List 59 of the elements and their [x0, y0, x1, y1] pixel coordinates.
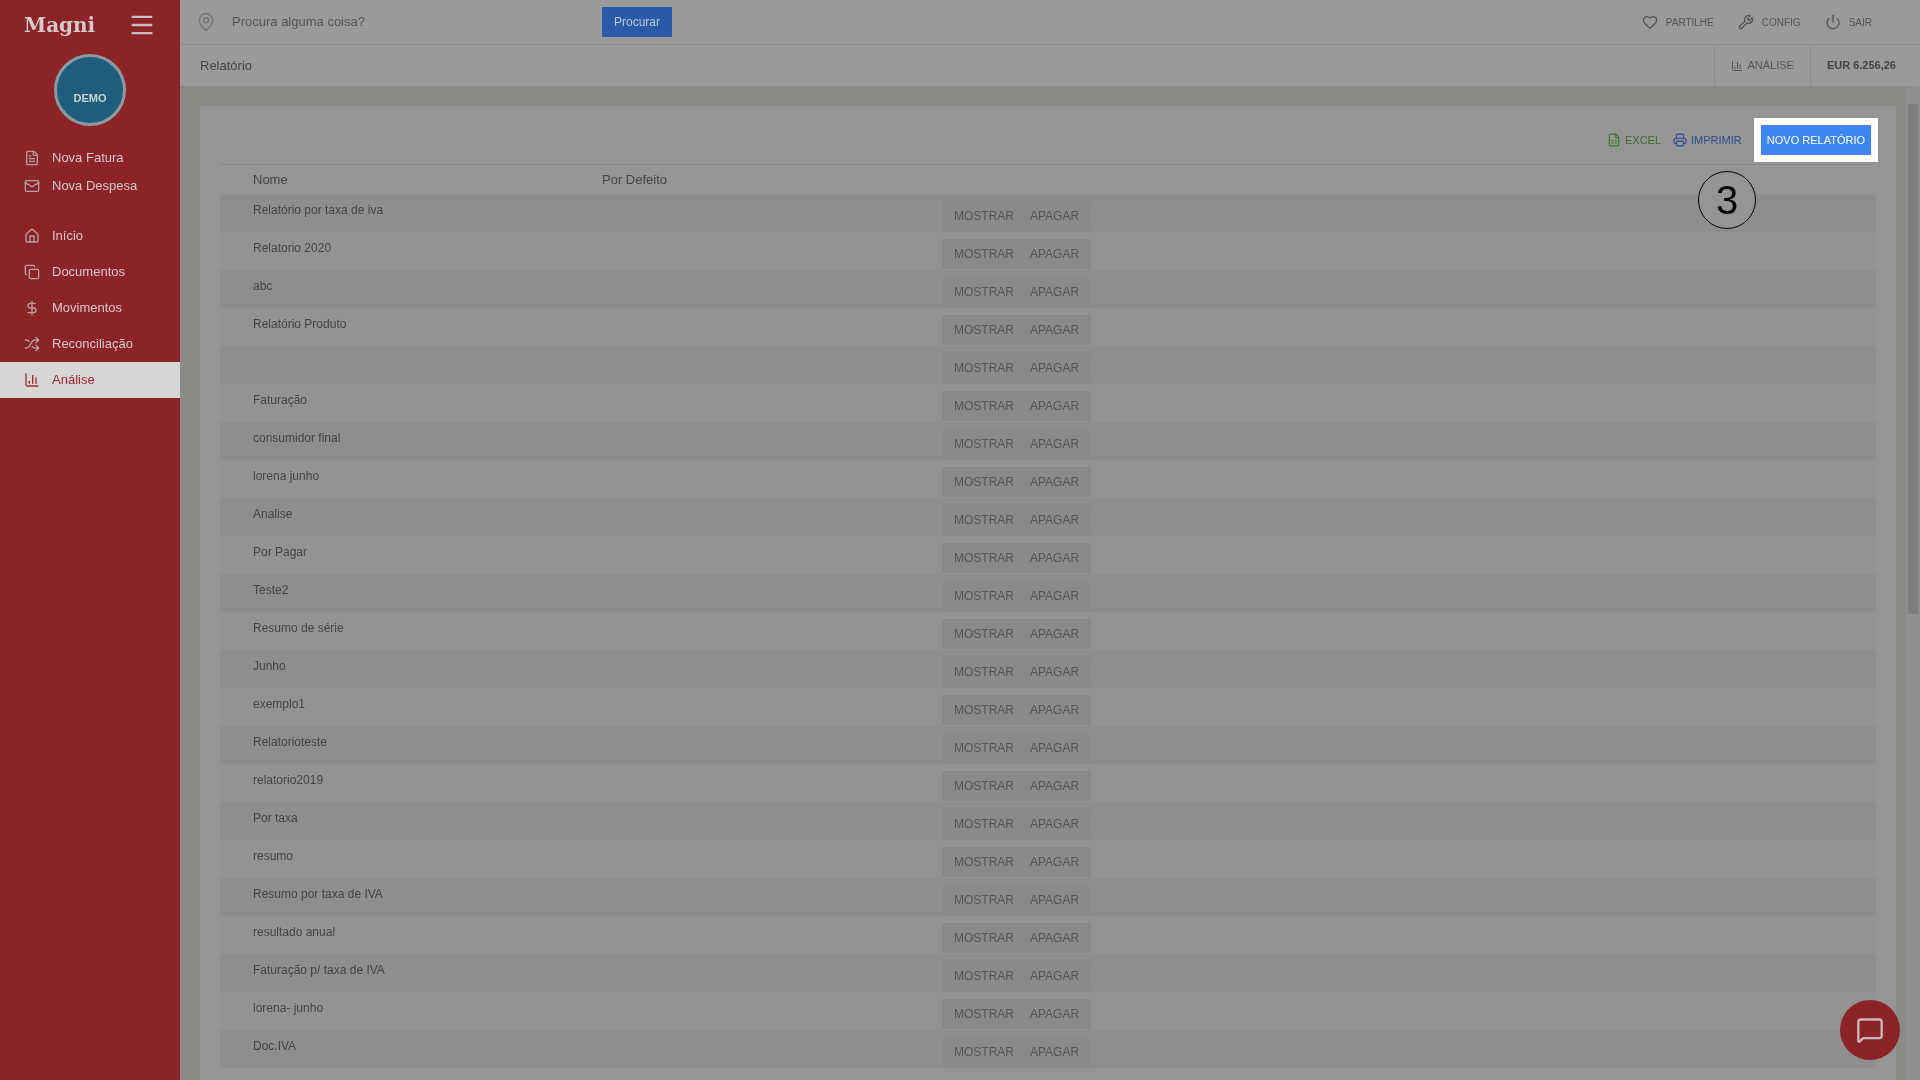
- shuffle-icon: [24, 336, 40, 352]
- new-report-button[interactable]: NOVO RELATÓRIO: [1760, 125, 1871, 155]
- nav-item[interactable]: Movimentos: [0, 290, 180, 326]
- report-name: Relatorio 2020: [253, 241, 332, 255]
- power-icon: [1824, 14, 1841, 30]
- column-header: Por Defeito: [602, 170, 668, 189]
- page-title: Relatório: [199, 56, 254, 75]
- report-name: Junho: [253, 659, 286, 673]
- report-name: resultado anual: [253, 925, 336, 939]
- excel-link[interactable]: EXCEL: [1607, 131, 1662, 149]
- report-name: Faturação: [253, 393, 308, 407]
- bar-chart-icon: [24, 372, 40, 388]
- search-field[interactable]: Procura alguma coisa?: [232, 12, 602, 32]
- tools-icon: [1737, 14, 1754, 30]
- report-name: Teste2: [253, 583, 289, 597]
- report-name: lorena junho: [253, 469, 320, 483]
- report-name: Faturação p/ taxa de IVA: [253, 963, 385, 977]
- report-name: Relatorioteste: [253, 735, 328, 749]
- report-name: Doc.IVA: [253, 1039, 297, 1053]
- report-name: Relatório Produto: [253, 317, 347, 331]
- heart-icon: [1641, 14, 1658, 30]
- dollar-icon: [24, 300, 40, 316]
- report-name: Relatório por taxa de iva: [253, 203, 384, 217]
- search-button[interactable]: Procurar: [602, 7, 672, 37]
- chat-icon: [1856, 1016, 1884, 1044]
- quick-action-link[interactable]: Nova Despesa: [0, 174, 180, 198]
- report-name: lorena- junho: [253, 1001, 324, 1015]
- report-name: Resumo de série: [253, 621, 344, 635]
- tour-step-badge: 3: [1698, 171, 1756, 229]
- spreadsheet-icon: [1607, 133, 1621, 147]
- header-link[interactable]: PARTILHE: [1641, 14, 1714, 30]
- quick-action-link[interactable]: Nova Fatura: [0, 146, 180, 170]
- nav-item[interactable]: Análise: [0, 362, 180, 398]
- report-name: Analise: [253, 507, 293, 521]
- print-link[interactable]: IMPRIMIR: [1673, 131, 1742, 149]
- column-header: Nome: [252, 170, 289, 189]
- report-name: Resumo por taxa de IVA: [253, 887, 383, 901]
- bar-chart-icon: [1731, 59, 1744, 72]
- app-logo: Magni: [24, 12, 96, 39]
- header-link[interactable]: CONFIG: [1737, 14, 1801, 30]
- printer-icon: [1673, 133, 1688, 147]
- report-name: Por taxa: [253, 811, 298, 825]
- nav-item[interactable]: Início: [0, 218, 180, 254]
- nav-item[interactable]: Documentos: [0, 254, 180, 290]
- document-icon: [24, 150, 40, 166]
- analysis-link[interactable]: ANÁLISE: [1714, 45, 1810, 86]
- report-name: abc: [253, 279, 273, 293]
- avatar-label: DEMO: [73, 90, 107, 106]
- report-name: exemplo1: [253, 697, 306, 711]
- nav-item[interactable]: Reconciliação: [0, 326, 180, 362]
- report-name: resumo: [253, 849, 293, 863]
- report-name: relatorio2019: [253, 773, 324, 787]
- pin-icon: [196, 12, 216, 32]
- documents-icon: [24, 264, 40, 280]
- header-link[interactable]: SAIR: [1824, 14, 1872, 30]
- envelope-icon: [24, 178, 40, 194]
- report-name: consumidor final: [253, 431, 341, 445]
- report-name: Por Pagar: [253, 545, 308, 559]
- home-icon: [24, 228, 40, 244]
